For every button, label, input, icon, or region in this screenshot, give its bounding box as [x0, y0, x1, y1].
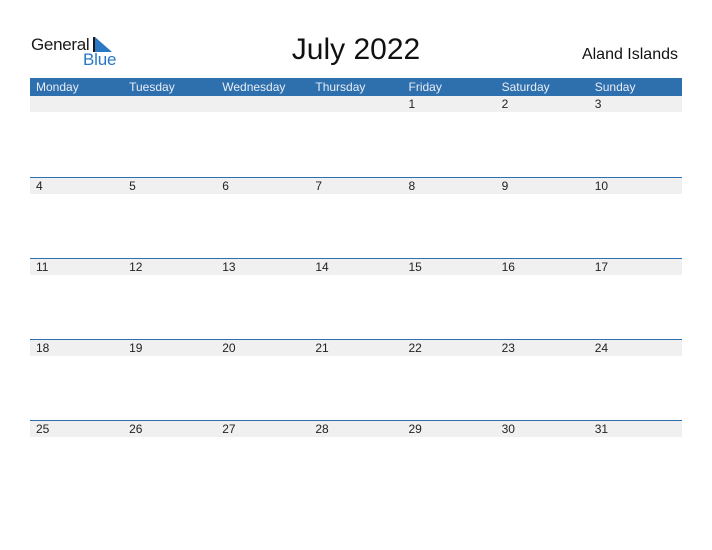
day-cell: 30 — [501, 422, 515, 436]
weekday-wednesday: Wednesday — [222, 80, 286, 94]
day-cell: 6 — [222, 179, 229, 193]
day-cell: 5 — [129, 179, 136, 193]
day-cell: 29 — [408, 422, 422, 436]
day-cell: 24 — [594, 341, 609, 355]
day-cell: 31 — [594, 422, 609, 436]
day-cell: 14 — [315, 260, 329, 274]
weekday-tuesday: Tuesday — [129, 80, 175, 94]
day-cell: 27 — [222, 422, 236, 436]
day-cell: 17 — [594, 260, 609, 274]
day-cell: 28 — [315, 422, 329, 436]
day-cell — [216, 96, 309, 112]
region-label: Aland Islands — [581, 46, 678, 63]
day-cell: 8 — [408, 179, 416, 193]
date-number-row: 4 5 6 7 8 9 10 — [30, 178, 682, 194]
day-cell: 18 — [36, 341, 50, 355]
date-number-row: 18 19 20 21 22 23 24 — [30, 340, 682, 356]
day-cell: 1 — [408, 97, 416, 111]
day-cell: 10 — [594, 179, 609, 193]
day-cell: 4 — [36, 179, 43, 193]
day-cell: 11 — [36, 260, 49, 274]
day-cell — [123, 96, 216, 112]
day-cell: 12 — [129, 260, 143, 274]
day-cell: 7 — [315, 179, 323, 193]
day-cell — [309, 96, 402, 112]
day-cell: 16 — [501, 260, 515, 274]
weekday-header: Monday Tuesday Wednesday Thursday Friday… — [30, 78, 682, 96]
day-cell: 25 — [36, 422, 50, 436]
day-cell: 9 — [501, 179, 509, 193]
weekday-thursday: Thursday — [315, 80, 366, 94]
day-cell: 20 — [222, 341, 236, 355]
week-row: 18 19 20 21 22 23 24 — [30, 339, 682, 420]
day-cell: 21 — [315, 341, 329, 355]
day-cell: 23 — [501, 341, 515, 355]
day-cell: 2 — [501, 97, 509, 111]
week-row: 11 12 13 14 15 16 17 — [30, 258, 682, 339]
date-number-row: 25 26 27 28 29 30 31 — [30, 421, 682, 437]
weekday-friday: Friday — [408, 80, 442, 94]
week-row: 25 26 27 28 29 30 31 — [30, 420, 682, 501]
day-cell: 22 — [408, 341, 422, 355]
weekday-sunday: Sunday — [594, 80, 636, 94]
day-cell: 15 — [408, 260, 422, 274]
week-row: 4 5 6 7 8 9 10 — [30, 177, 682, 258]
day-cell: 26 — [129, 422, 143, 436]
day-cell — [30, 96, 123, 112]
date-number-row: 11 12 13 14 15 16 17 — [30, 259, 682, 275]
day-cell: 13 — [222, 260, 236, 274]
weekday-monday: Monday — [36, 80, 79, 94]
day-cell: 19 — [129, 341, 143, 355]
date-number-row: 1 2 3 — [30, 96, 682, 112]
day-cell: 3 — [594, 97, 602, 111]
weekday-saturday: Saturday — [501, 80, 550, 94]
week-row: 1 2 3 — [30, 96, 682, 176]
